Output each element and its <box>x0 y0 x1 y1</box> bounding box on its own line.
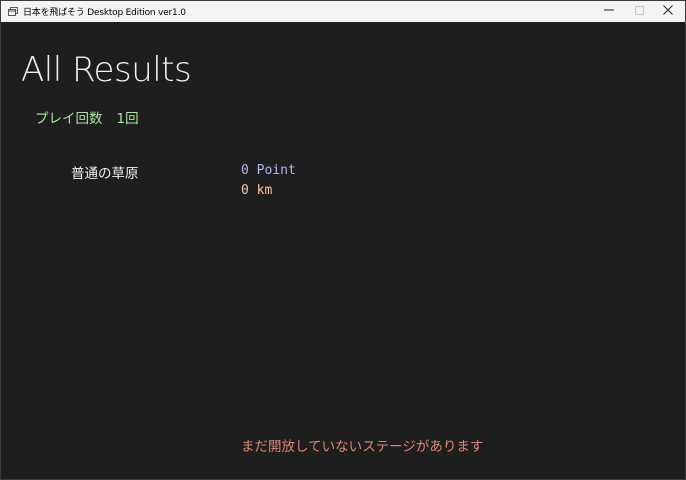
results-panel: All Results プレイ回数 1回 普通の草原 0 Point 0 km ま… <box>1 22 685 479</box>
title-bar[interactable]: 日本を飛ばそう Desktop Edition ver1.0 <box>1 1 685 22</box>
app-window: 日本を飛ばそう Desktop Edition ver1.0 All Resul… <box>0 0 686 480</box>
minimize-button[interactable] <box>594 1 624 22</box>
maximize-icon <box>634 5 644 18</box>
page-title: All Results <box>21 50 192 90</box>
window-title: 日本を飛ばそう Desktop Edition ver1.0 <box>23 8 186 18</box>
stage-points: 0 Point <box>241 163 296 178</box>
minimize-icon <box>604 5 614 18</box>
play-count: プレイ回数 1回 <box>35 107 139 127</box>
app-window-icon <box>8 7 18 16</box>
locked-stages-notice: まだ開放していないステージがあります <box>241 439 484 455</box>
stage-distance: 0 km <box>241 183 273 198</box>
play-count-label: プレイ回数 <box>35 111 103 127</box>
close-icon <box>663 5 673 18</box>
play-count-value: 1回 <box>116 111 139 127</box>
close-button[interactable] <box>653 1 683 22</box>
maximize-button[interactable] <box>624 1 654 22</box>
stage-name: 普通の草原 <box>71 166 139 182</box>
